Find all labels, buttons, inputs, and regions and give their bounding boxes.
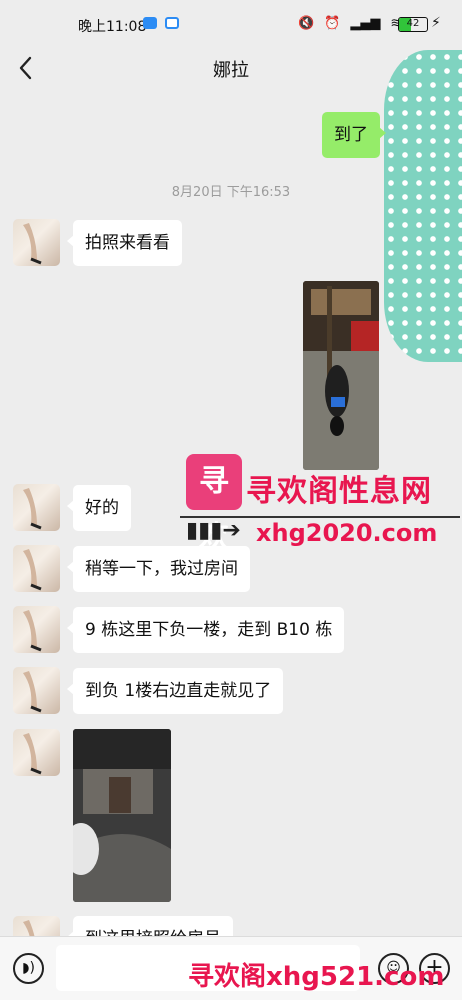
signal-icon: ▂▄▆ xyxy=(350,16,381,31)
app-notification-icon xyxy=(165,17,179,29)
received-message-bubble[interactable]: 到负 1楼右边直走就见了 xyxy=(66,668,284,714)
status-bar: 晚上11:08 🔇 ⏰ ▂▄▆ ≋ 42 ⚡ xyxy=(0,0,462,48)
garage-photo[interactable] xyxy=(73,729,171,902)
contact-avatar[interactable] xyxy=(13,667,60,714)
scooter-photo[interactable] xyxy=(303,281,379,470)
watermark-title: 寻欢阁性息网 xyxy=(246,474,432,509)
sent-message-bubble[interactable]: 到了 xyxy=(322,112,386,158)
contact-avatar[interactable] xyxy=(13,606,60,653)
watermark-logo: 寻欢 xyxy=(186,454,242,555)
dotted-decoration xyxy=(384,50,462,362)
contact-avatar[interactable] xyxy=(13,484,60,531)
battery-icon: 42 xyxy=(398,17,428,32)
received-message-bubble[interactable]: 拍照来看看 xyxy=(67,220,182,266)
battery-level: 42 xyxy=(406,18,420,29)
arrow-icon: ▮▮▮➔ xyxy=(186,518,241,543)
status-icons: 🔇 ⏰ ▂▄▆ ≋ xyxy=(298,14,401,34)
alarm-icon: ⏰ xyxy=(324,16,341,31)
cloud-icon xyxy=(143,17,157,29)
voice-button[interactable]: ◗) xyxy=(13,953,44,984)
received-message-bubble[interactable]: 9 栋这里下负一楼，走到 B10 栋 xyxy=(66,607,345,653)
bolt-icon: ⚡ xyxy=(431,15,441,31)
message-timestamp: 8月20日 下午16:53 xyxy=(171,185,291,200)
status-time: 晚上11:08 xyxy=(78,19,147,35)
contact-avatar[interactable] xyxy=(13,729,60,776)
watermark-url: xhg2020.com xyxy=(256,519,438,547)
voice-icon: ◗) xyxy=(22,960,35,976)
mute-icon: 🔇 xyxy=(298,16,315,31)
watermark-bottom: 寻欢阁xhg521.com xyxy=(188,962,445,992)
contact-avatar[interactable] xyxy=(13,219,60,266)
contact-avatar[interactable] xyxy=(13,545,60,592)
received-message-bubble[interactable]: 好的 xyxy=(67,485,131,531)
